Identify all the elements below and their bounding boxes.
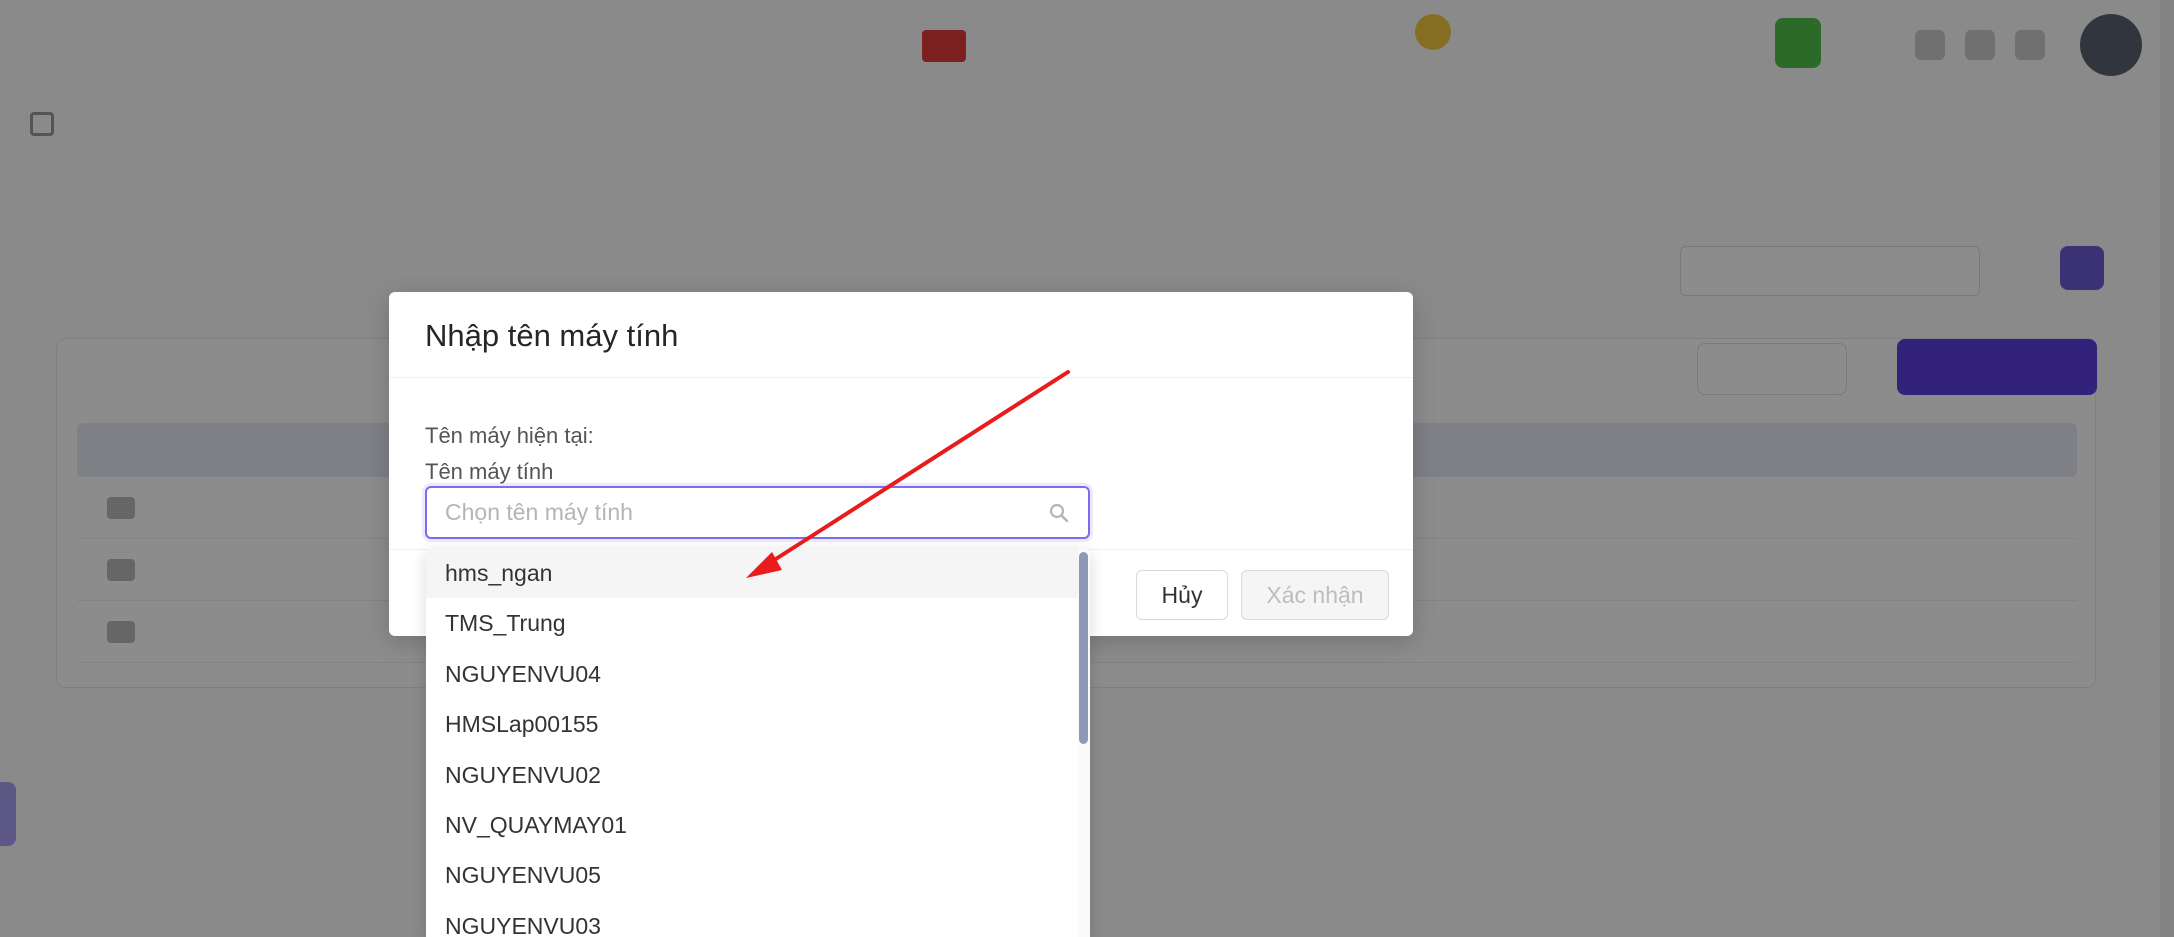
select-placeholder: Chọn tên máy tính xyxy=(445,499,633,525)
computer-name-label: Tên máy tính xyxy=(425,459,554,484)
confirm-button[interactable]: Xác nhận xyxy=(1241,570,1389,620)
dropdown-option[interactable]: TMS_Trung xyxy=(426,598,1090,648)
dropdown-scroll-thumb[interactable] xyxy=(1079,552,1088,744)
dropdown-scrollbar[interactable] xyxy=(1078,548,1090,937)
current-name-label: Tên máy hiện tại: xyxy=(425,423,594,448)
dropdown-option[interactable]: NGUYENVU05 xyxy=(426,850,1090,900)
dropdown-option[interactable]: NV_QUAYMAY01 xyxy=(426,800,1090,850)
search-icon xyxy=(1048,502,1070,524)
cancel-button[interactable]: Hủy xyxy=(1136,570,1228,620)
modal-title: Nhập tên máy tính xyxy=(389,292,1413,378)
dropdown-option[interactable]: NGUYENVU04 xyxy=(426,649,1090,699)
computer-name-dropdown: hms_ngan TMS_Trung NGUYENVU04 HMSLap0015… xyxy=(426,548,1090,937)
computer-name-select[interactable]: Chọn tên máy tính xyxy=(425,486,1090,539)
dropdown-option[interactable]: hms_ngan xyxy=(426,548,1090,599)
dropdown-option[interactable]: HMSLap00155 xyxy=(426,699,1090,749)
modal-body: Tên máy hiện tại: Tên máy tính Chọn tên … xyxy=(389,378,1413,550)
dropdown-option[interactable]: NGUYENVU02 xyxy=(426,750,1090,800)
dropdown-option[interactable]: NGUYENVU03 xyxy=(426,901,1090,937)
